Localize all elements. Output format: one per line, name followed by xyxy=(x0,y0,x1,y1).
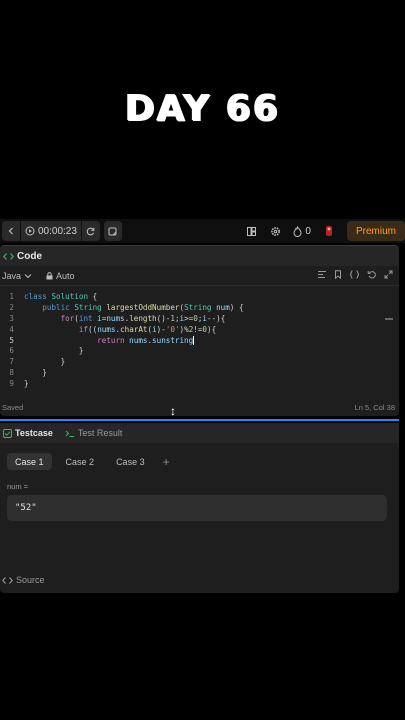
avatar-icon[interactable] xyxy=(317,221,341,241)
play-circle-icon xyxy=(25,226,35,236)
case-tab-1[interactable]: Case 1 xyxy=(7,453,52,470)
premium-button[interactable]: Premium xyxy=(346,221,405,241)
case-tab-3[interactable]: Case 3 xyxy=(108,453,153,470)
code-line-text: public String largestOddNumber(String nu… xyxy=(42,302,244,312)
editor-scrollbar[interactable] xyxy=(385,318,393,320)
code-line: 4 if((nums.charAt(i)-'0')%2!=0){ xyxy=(9,324,217,334)
terminal-icon xyxy=(65,430,74,437)
top-toolbar: 00:00:23 0 Premium xyxy=(0,219,405,243)
code-panel: Code Java Auto 1 class Solution { 2 publi… xyxy=(0,245,399,416)
code-line: 9} xyxy=(9,379,29,389)
chevron-down-icon xyxy=(24,273,32,278)
gear-icon[interactable] xyxy=(263,221,287,241)
note-icon[interactable] xyxy=(104,221,122,241)
tab-testcase-label: Testcase xyxy=(15,428,53,438)
tab-testcase[interactable]: Testcase xyxy=(3,428,53,438)
testcase-panel: Testcase Test Result Case 1 Case 2 Case … xyxy=(0,423,399,593)
code-editor[interactable]: 1 class Solution { 2 public String larges… xyxy=(0,291,399,389)
code-line: 2 public String largestOddNumber(String … xyxy=(9,302,244,312)
code-line-text: } xyxy=(24,357,66,367)
code-line-text: class Solution { xyxy=(24,291,98,301)
code-line: 8 } xyxy=(9,368,47,378)
code-line-text: if((nums.charAt(i)-'0')%2!=0){ xyxy=(78,324,217,334)
streak-count: 0 xyxy=(305,225,311,237)
refresh-icon[interactable] xyxy=(82,221,100,241)
timer[interactable]: 00:00:23 xyxy=(21,226,81,237)
case-tab-2[interactable]: Case 2 xyxy=(58,453,103,470)
code-line-text: } xyxy=(24,368,47,378)
braces-icon[interactable] xyxy=(349,270,360,279)
code-icon xyxy=(3,252,14,260)
save-status: Saved xyxy=(2,403,24,412)
tab-test-result-label: Test Result xyxy=(77,428,123,438)
code-panel-header: Code xyxy=(0,246,399,266)
note-button[interactable] xyxy=(103,221,122,241)
auto-mode[interactable]: Auto xyxy=(46,271,75,281)
checkbox-icon xyxy=(3,428,12,438)
lock-icon xyxy=(46,271,53,279)
tab-test-result[interactable]: Test Result xyxy=(65,428,123,438)
code-line: 7 } xyxy=(9,357,66,367)
code-line: 3 for(int i=nums.length()-1;i>=0;i--){ xyxy=(9,313,226,323)
fire-icon xyxy=(293,225,302,237)
variable-input[interactable]: "52" xyxy=(7,495,387,521)
source-button[interactable]: Source xyxy=(2,575,45,585)
code-line: 6 } xyxy=(9,346,84,356)
expand-icon[interactable] xyxy=(384,270,393,279)
code-line-text: } xyxy=(24,379,29,389)
toolbar-right: 0 Premium xyxy=(239,221,405,241)
code-line-text: return nums.sunstring xyxy=(97,335,195,345)
bookmark-icon[interactable] xyxy=(334,270,342,279)
streak-counter[interactable]: 0 xyxy=(287,225,317,237)
layout-icon[interactable] xyxy=(239,221,263,241)
add-case-button[interactable]: + xyxy=(163,455,170,469)
language-label: Java xyxy=(2,270,22,281)
run-controls: 00:00:23 xyxy=(2,221,100,241)
code-line: 5 return nums.sunstring xyxy=(9,335,195,345)
code-line-text: for(int i=nums.length()-1;i>=0;i--){ xyxy=(60,313,226,323)
resize-cursor-icon: ↕ xyxy=(170,404,176,418)
code-icon xyxy=(2,576,13,584)
cursor-position: Ln 5, Col 38 xyxy=(354,403,395,412)
panel-resize-handle[interactable] xyxy=(0,419,399,421)
case-tabs: Case 1 Case 2 Case 3 + xyxy=(7,453,170,470)
code-panel-title: Code xyxy=(17,250,42,262)
chevron-left-icon[interactable] xyxy=(2,221,20,241)
format-icon[interactable] xyxy=(317,270,327,279)
timer-text: 00:00:23 xyxy=(38,225,77,237)
mode-label: Auto xyxy=(56,270,75,281)
language-select[interactable]: Java xyxy=(2,271,32,281)
source-label: Source xyxy=(16,575,45,585)
reset-icon[interactable] xyxy=(367,270,377,279)
code-line-text: } xyxy=(24,346,84,356)
code-line: 1 class Solution { xyxy=(9,291,98,301)
testcase-tabs: Testcase Test Result xyxy=(0,423,399,443)
day-title: DAY 66 xyxy=(125,88,280,129)
editor-actions xyxy=(317,270,393,279)
variable-label: num = xyxy=(7,482,29,491)
